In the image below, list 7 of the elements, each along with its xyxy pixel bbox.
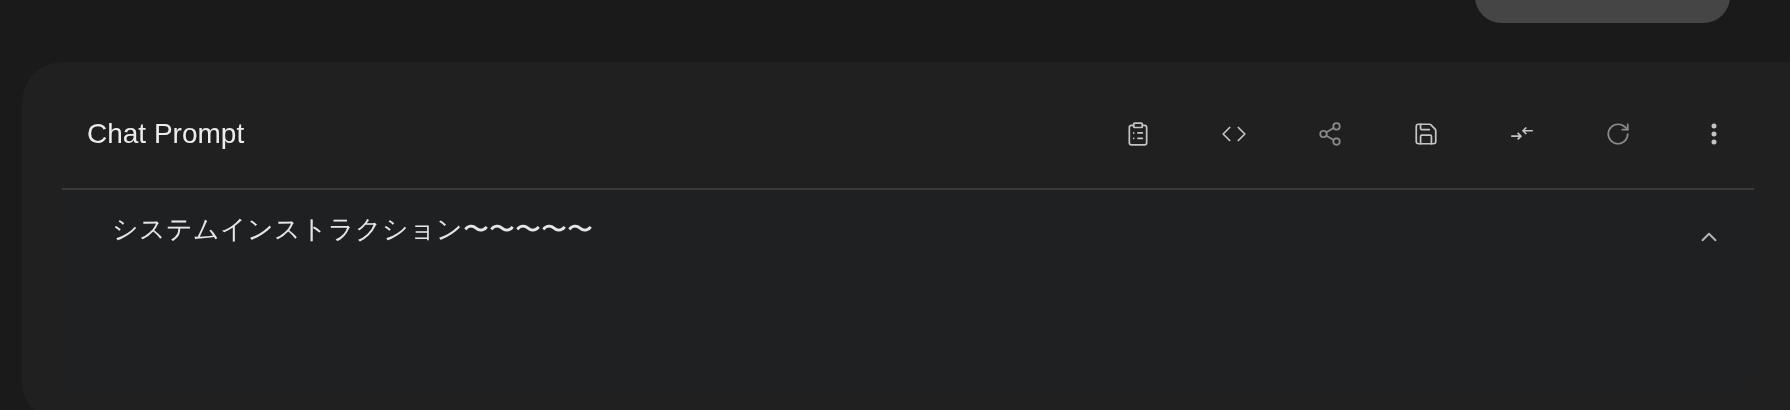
section-title: システムインストラクション〜〜〜〜〜 — [112, 213, 593, 246]
card-title: Chat Prompt — [87, 118, 246, 150]
save-icon — [1413, 121, 1439, 147]
clipboard-icon — [1125, 121, 1151, 147]
share-icon — [1317, 121, 1343, 147]
refresh-icon — [1605, 121, 1631, 147]
more-icon — [1711, 123, 1717, 145]
